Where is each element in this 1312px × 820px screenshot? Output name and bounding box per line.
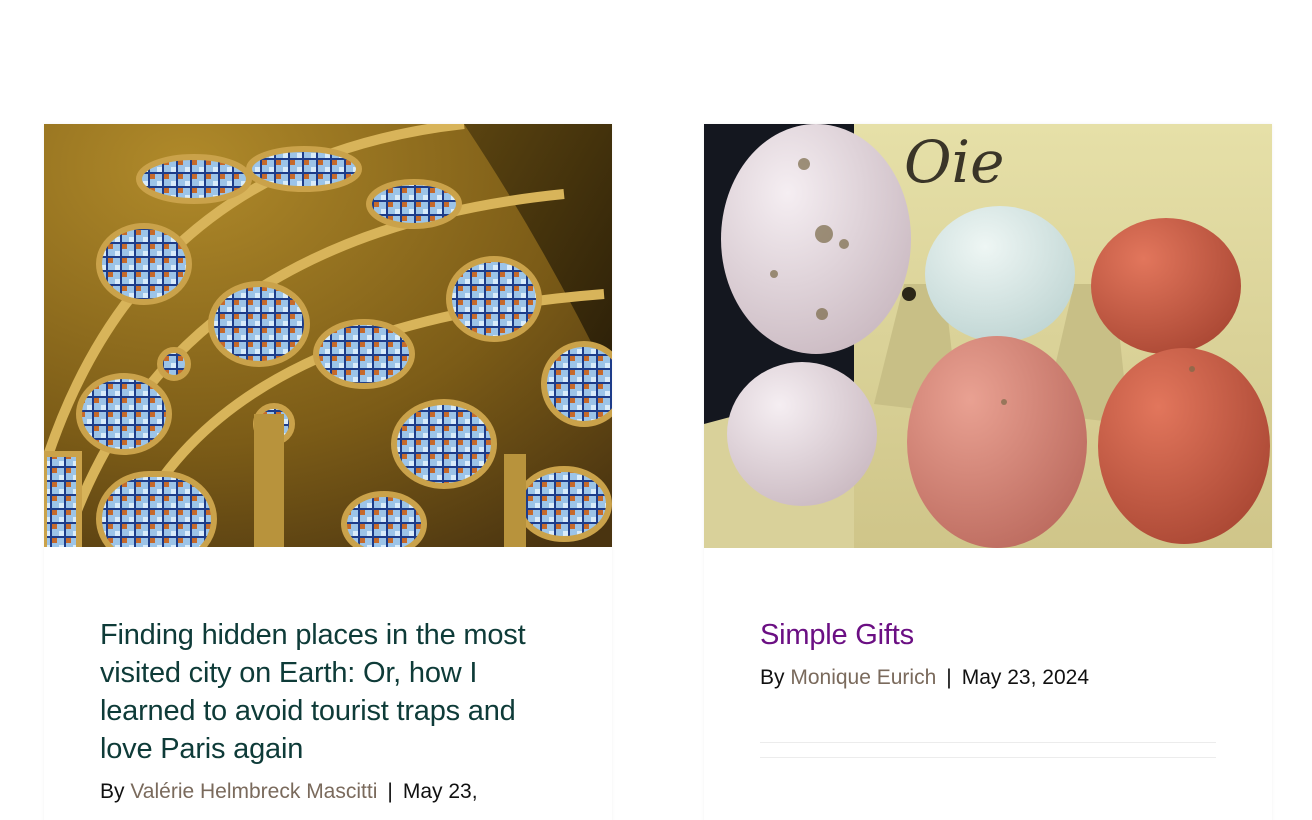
post-title-link[interactable]: Simple Gifts xyxy=(760,616,1216,654)
carton-label-text: Oie xyxy=(904,128,1004,196)
post-meta: By Valérie Helmbreck Mascitti | May 23, xyxy=(100,778,556,806)
post-date: May 23, 2024 xyxy=(961,666,1090,689)
post-image-link[interactable] xyxy=(44,124,612,547)
divider xyxy=(760,742,1216,743)
post-meta: By Monique Eurich | May 23, 2024 xyxy=(760,664,1216,692)
post-card-body: Simple Gifts By Monique Eurich | May 23, 2… xyxy=(760,616,1216,758)
by-label: By xyxy=(760,666,785,689)
post-card: Finding hidden places in the most visite… xyxy=(44,124,612,820)
blog-post-grid: Finding hidden places in the most visite… xyxy=(0,0,1312,820)
stained-glass-window-image xyxy=(44,124,612,547)
post-title-link[interactable]: Finding hidden places in the most visite… xyxy=(100,616,556,768)
post-card: Oie Simple Gifts By Monique Eurich | May… xyxy=(704,124,1272,820)
post-image-link[interactable]: Oie xyxy=(704,124,1272,548)
divider xyxy=(760,757,1216,758)
author-link[interactable]: Valérie Helmbreck Mascitti xyxy=(130,780,377,803)
meta-separator: | xyxy=(946,666,952,689)
post-card-body: Finding hidden places in the most visite… xyxy=(100,616,556,806)
by-label: By xyxy=(100,780,125,803)
post-date: May 23, xyxy=(402,780,478,803)
author-link[interactable]: Monique Eurich xyxy=(790,666,936,689)
meta-separator: | xyxy=(387,780,393,803)
eggs-in-carton-image: Oie xyxy=(704,124,1272,548)
